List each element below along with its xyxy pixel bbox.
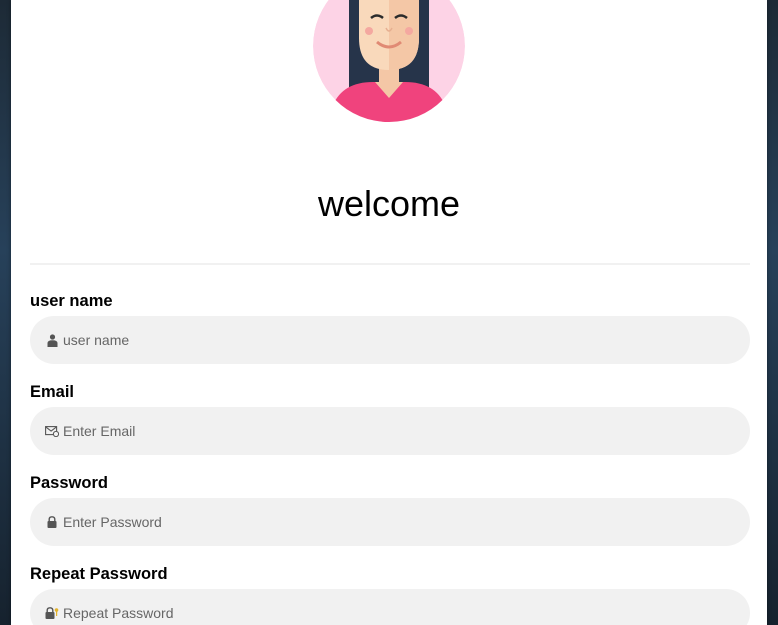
username-input-wrap[interactable] (30, 316, 750, 364)
signup-card: welcome user name Email Password (11, 0, 767, 625)
divider (30, 263, 750, 265)
email-input-wrap[interactable] (30, 407, 750, 455)
email-label: Email (30, 383, 75, 401)
lock-icon (45, 515, 59, 529)
password-input[interactable] (63, 502, 723, 542)
email-input[interactable] (63, 411, 723, 451)
user-icon (45, 333, 59, 347)
avatar-illustration (313, 0, 465, 122)
password-input-wrap[interactable] (30, 498, 750, 546)
repeat-password-input-wrap[interactable] (30, 589, 750, 625)
page-title: welcome (317, 183, 461, 224)
repeat-password-label: Repeat Password (30, 565, 168, 583)
username-label: user name (30, 292, 113, 310)
password-label: Password (30, 474, 108, 492)
lock-key-icon (45, 606, 59, 620)
username-input[interactable] (63, 320, 723, 360)
envelope-icon (45, 424, 59, 438)
repeat-password-input[interactable] (63, 593, 723, 625)
avatar (313, 0, 465, 122)
